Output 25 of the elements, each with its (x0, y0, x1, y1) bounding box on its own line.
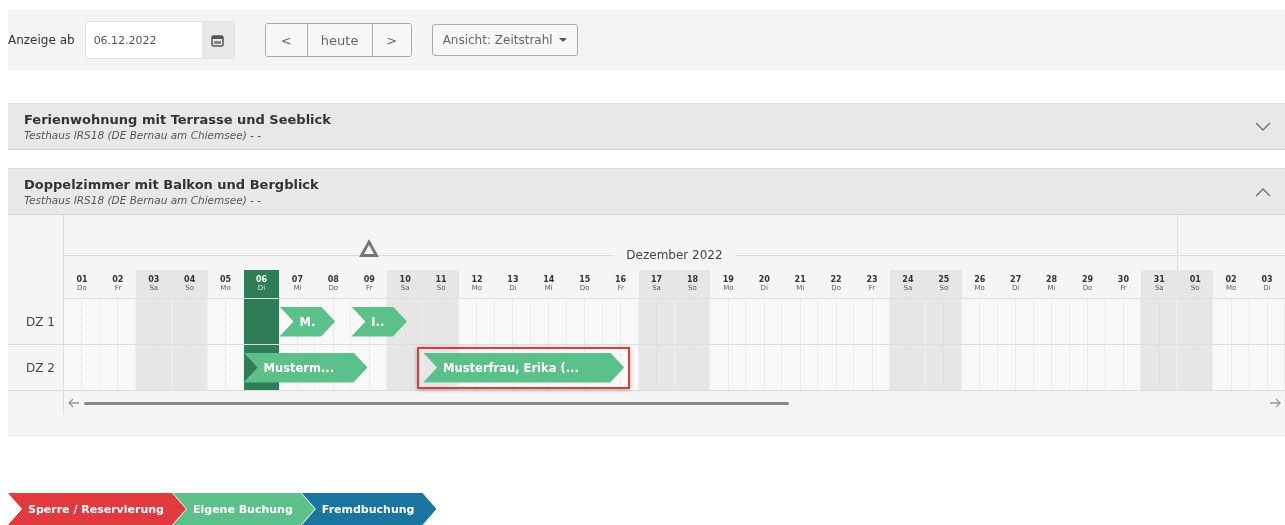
previous-button[interactable]: < (265, 24, 308, 56)
display-from-label: Anzeige ab (8, 33, 75, 47)
scroll-right-icon[interactable] (1269, 398, 1281, 408)
legend-item: Eigene Buchung (173, 493, 315, 525)
chevron-up-icon[interactable] (1255, 186, 1271, 197)
calendar-icon (211, 33, 225, 47)
room-section-header[interactable]: Ferienwohnung mit Terrasse und Seeblick Testhaus IRS18 (DE Bernau am Chiemsee) - - (8, 103, 1285, 150)
room-unit-label: DZ 1 (8, 299, 63, 345)
scroll-left-icon[interactable] (68, 398, 80, 408)
legend-item: Fremdbuchung (301, 493, 437, 525)
room-title: Ferienwohnung mit Terrasse und Seeblick (24, 112, 331, 127)
warning-icon[interactable] (358, 238, 381, 258)
month-label: Dezember 2022 (626, 248, 723, 262)
room-subtitle: Testhaus IRS18 (DE Bernau am Chiemsee) - - (24, 194, 263, 206)
scrollbar-thumb[interactable] (84, 401, 789, 405)
view-dropdown[interactable]: Ansicht: Zeitstrahl (431, 24, 578, 56)
room-subtitle: Testhaus IRS18 (DE Bernau am Chiemsee) - - (24, 129, 263, 141)
legend-item: Sperre / Reservierung (8, 493, 186, 525)
room-unit-label: DZ 2 (8, 345, 63, 391)
chevron-down-icon[interactable] (1255, 121, 1271, 132)
calendar-button[interactable] (201, 22, 234, 58)
room-section-header[interactable]: Doppelzimmer mit Balkon und Bergblick Testhaus IRS18 (DE Bernau am Chiemsee) - - (8, 168, 1285, 215)
caret-icon (558, 38, 567, 42)
date-field[interactable]: 06.12.2022 (84, 21, 235, 59)
room-title: Doppelzimmer mit Balkon und Bergblick (24, 177, 319, 192)
